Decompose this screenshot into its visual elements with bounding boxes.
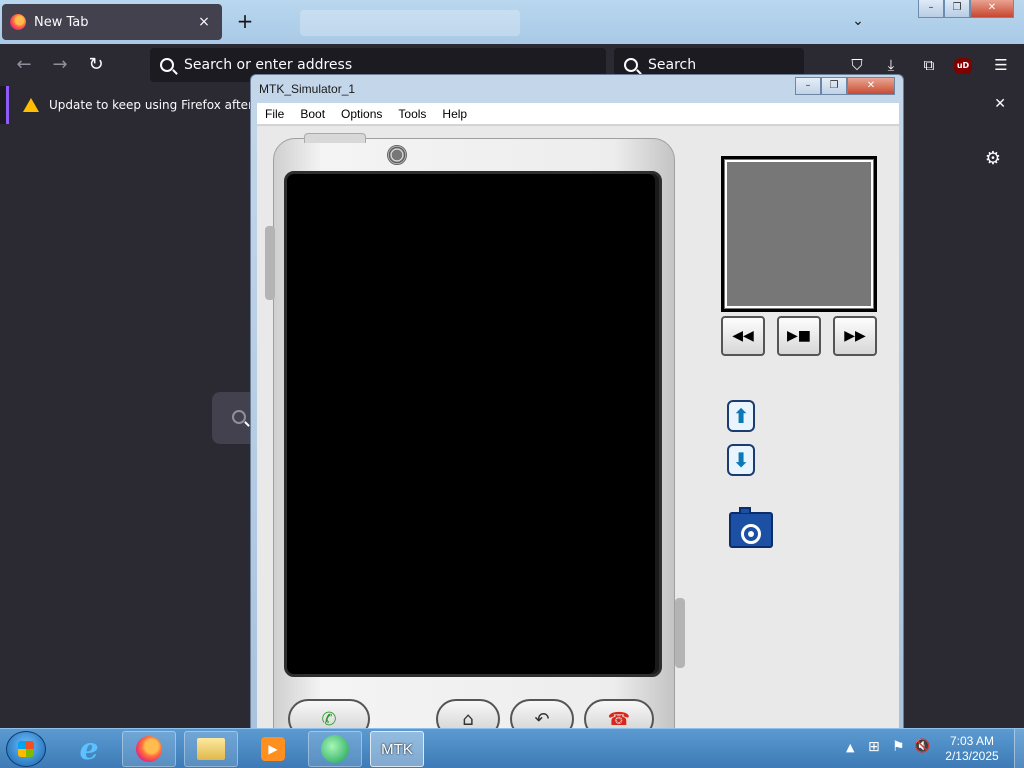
rewind-button[interactable]: ◀◀: [721, 316, 765, 356]
action-center-flag-icon[interactable]: ⚑: [892, 739, 905, 755]
call-icon: ✆: [321, 708, 337, 730]
show-hidden-icons[interactable]: ▲: [846, 741, 854, 754]
clock-date: 2/13/2025: [945, 749, 999, 763]
camera-icon[interactable]: [729, 507, 773, 548]
back-icon: ↶: [534, 708, 550, 730]
window-minimize-button[interactable]: –: [918, 0, 944, 18]
end-call-icon: ☎: [607, 708, 631, 730]
back-button[interactable]: ←: [12, 54, 36, 76]
camera-lens: [741, 524, 761, 544]
firefox-icon: [136, 736, 162, 762]
menu-boot[interactable]: Boot: [292, 107, 333, 121]
phone-body: ✆ ⌂ ↶ ☎: [273, 133, 675, 739]
play-stop-icon: ▶■: [787, 328, 811, 344]
folder-icon: [197, 738, 225, 760]
downloads-icon[interactable]: ⤓: [880, 54, 902, 76]
extensions-icon[interactable]: ⧉: [918, 54, 940, 76]
start-button[interactable]: [6, 731, 46, 767]
window-restore-button[interactable]: ❐: [944, 0, 970, 18]
play-stop-button[interactable]: ▶■: [777, 316, 821, 356]
search-placeholder: Search: [648, 57, 697, 73]
mtk-client-area: ✆ ⌂ ↶ ☎ ◀◀ ▶■ ▶▶ ⬆ ⬇: [257, 126, 899, 739]
fast-forward-button[interactable]: ▶▶: [833, 316, 877, 356]
volume-down-button[interactable]: ⬇: [727, 444, 755, 476]
windows-logo-icon: [18, 741, 34, 757]
taskbar-app-media-player[interactable]: ▶: [246, 731, 300, 767]
home-icon: ⌂: [462, 708, 474, 730]
phone-screen[interactable]: [284, 171, 662, 677]
camera-viewfinder: [739, 507, 751, 513]
phone-side-button-right[interactable]: [675, 598, 685, 668]
menu-icon[interactable]: ☰: [990, 54, 1012, 76]
fast-forward-icon: ▶▶: [844, 328, 866, 344]
search-icon: [232, 410, 246, 424]
menu-help[interactable]: Help: [434, 107, 475, 121]
window-close-button[interactable]: ✕: [970, 0, 1014, 18]
earpiece: [387, 145, 407, 165]
mtk-restore-button[interactable]: ❐: [821, 77, 847, 95]
arrow-down-icon: ⬇: [732, 448, 750, 472]
menu-file[interactable]: File: [257, 107, 292, 121]
phone-top-button[interactable]: [304, 133, 366, 143]
phone-side-button-left[interactable]: [265, 226, 275, 300]
warning-icon: [23, 98, 39, 112]
mtk-minimize-button[interactable]: –: [795, 77, 821, 95]
firefox-titlebar: New Tab × + ⌄ – ❐ ✕: [0, 0, 1024, 44]
window-title: MTK_Simulator_1: [259, 82, 356, 96]
globe-icon: [321, 735, 349, 763]
forward-button[interactable]: →: [48, 54, 72, 76]
system-clock[interactable]: 7:03 AM 2/13/2025: [932, 734, 1012, 764]
search-icon: [624, 58, 638, 72]
mtk-taskbar-label: MTK: [381, 740, 413, 758]
volume-muted-icon[interactable]: 🔇: [914, 739, 930, 754]
mtk-simulator-window: MTK_Simulator_1 – ❐ ✕ File Boot Options …: [250, 74, 904, 739]
reload-button[interactable]: ↻: [84, 54, 108, 76]
new-tab-button[interactable]: +: [232, 8, 258, 34]
mtk-close-button[interactable]: ✕: [847, 77, 895, 95]
tab-new-tab[interactable]: New Tab ×: [2, 4, 222, 40]
gear-icon[interactable]: ⚙: [982, 148, 1004, 170]
taskbar-app-mtk[interactable]: MTK: [370, 731, 424, 767]
pocket-icon[interactable]: ⛉: [846, 54, 868, 76]
ublock-icon[interactable]: uD: [954, 58, 972, 74]
internet-explorer-icon: e: [79, 731, 99, 767]
tab-title: New Tab: [34, 14, 89, 30]
camera-preview-panel: [721, 156, 877, 312]
taskbar-app-internet-explorer[interactable]: e: [62, 731, 116, 767]
clock-time: 7:03 AM: [949, 734, 995, 748]
url-placeholder: Search or enter address: [184, 57, 353, 73]
tab-close-icon[interactable]: ×: [194, 12, 214, 32]
menu-tools[interactable]: Tools: [390, 107, 434, 121]
taskbar-app-firefox[interactable]: [122, 731, 176, 767]
list-all-tabs-button[interactable]: ⌄: [846, 8, 870, 34]
show-desktop-button[interactable]: [1014, 729, 1024, 768]
media-player-icon: ▶: [261, 737, 285, 761]
volume-up-button[interactable]: ⬆: [727, 400, 755, 432]
taskbar-app-globe[interactable]: [308, 731, 362, 767]
arrow-up-icon: ⬆: [732, 404, 750, 428]
background-tab-ghost: [300, 10, 520, 36]
windows-taskbar: e ▶ MTK ▲ ⊞ ⚑ 🔇 7:03 AM 2/13/2025: [0, 728, 1024, 768]
rewind-icon: ◀◀: [732, 328, 754, 344]
firefox-tab-icon: [10, 14, 26, 30]
taskbar-app-explorer[interactable]: [184, 731, 238, 767]
network-icon[interactable]: ⊞: [868, 739, 880, 755]
search-icon: [160, 58, 174, 72]
menu-options[interactable]: Options: [333, 107, 390, 121]
mtk-menubar: File Boot Options Tools Help: [257, 103, 899, 125]
notification-close-icon[interactable]: ✕: [994, 96, 1006, 112]
